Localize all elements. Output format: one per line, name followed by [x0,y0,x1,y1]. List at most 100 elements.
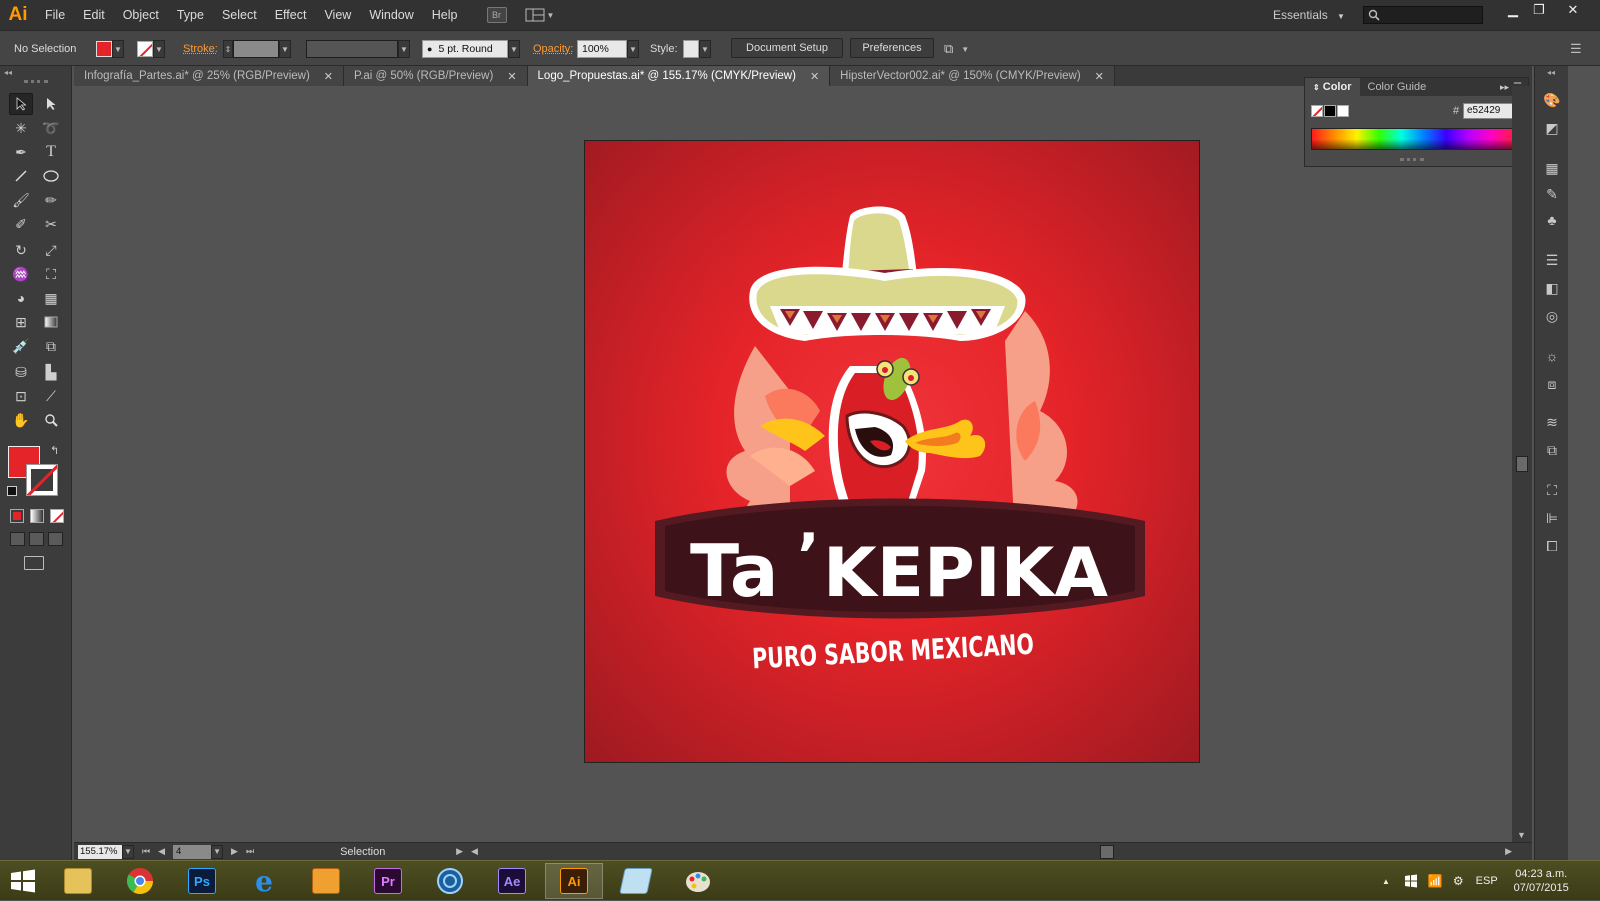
brush-definition[interactable]: ● 5 pt. Round ▼ [422,40,520,58]
stroke-weight-dropdown[interactable]: ▼ [279,40,291,58]
preferences-button[interactable]: Preferences [850,38,934,58]
gradient-tool[interactable] [39,311,63,333]
bridge-button[interactable]: Br [486,7,507,23]
taskbar-premiere[interactable]: Pr [359,863,417,899]
menu-window[interactable]: Window [360,0,422,30]
screen-mode-button[interactable] [24,556,44,570]
workspace-switcher[interactable]: Essentials ▼ [1273,0,1345,32]
direct-selection-tool[interactable] [39,93,63,115]
panel-resize-grip[interactable] [1400,158,1424,161]
transform-icon[interactable]: ⛶ [1542,480,1562,500]
appearance-icon[interactable]: ☼ [1542,346,1562,366]
none-mode-button[interactable] [50,509,64,523]
taskbar-photoshop[interactable]: Ps [173,863,231,899]
tab-p[interactable]: P.ai @ 50% (RGB/Preview) ✕ [344,66,528,86]
arrange-control[interactable]: ⧉ ▼ [944,40,969,58]
eyedropper-tool[interactable]: 💉 [9,335,33,357]
settings-icon[interactable]: ⚙ [1453,874,1464,888]
menu-view[interactable]: View [315,0,360,30]
opacity-input[interactable]: 100% [577,40,627,58]
scale-tool[interactable]: ⤢ [39,239,63,261]
status-menu-arrow-icon[interactable]: ▶ [456,846,463,857]
pen-tool[interactable]: ✒ [9,141,33,163]
symbols-icon[interactable]: ♣ [1542,210,1562,230]
zoom-dropdown[interactable]: ▼ [122,844,134,859]
style-swatch[interactable] [683,40,699,58]
taskbar-outlook[interactable] [297,863,355,899]
artboards-icon[interactable]: ⧉ [1542,440,1562,460]
menu-help[interactable]: Help [423,0,467,30]
draw-inside-button[interactable] [48,532,63,546]
horizontal-scroll-thumb[interactable] [1099,844,1114,859]
type-tool[interactable]: T [39,141,63,163]
layers-icon[interactable]: ≋ [1542,412,1562,432]
minimize-button[interactable]: ▁ [1500,0,1526,20]
menu-type[interactable]: Type [168,0,213,30]
magic-wand-tool[interactable]: ✳ [9,117,33,139]
next-artboard-icon[interactable]: ▶ [231,846,238,857]
symbol-sprayer-tool[interactable]: ⛁ [9,361,33,383]
taskbar-illustrator[interactable]: Ai [545,863,603,899]
scroll-left-icon[interactable]: ◀ [471,846,478,857]
document-setup-button[interactable]: Document Setup [731,38,843,58]
style-dropdown[interactable]: ▼ [699,40,711,58]
input-language[interactable]: ESP [1476,875,1498,887]
variable-width-profile[interactable]: ▼ [306,40,410,58]
zoom-input[interactable]: 155.17% [78,844,122,859]
blend-tool[interactable]: ⧉ [39,335,63,357]
help-search-input[interactable] [1363,6,1483,24]
tab-hipster-vector[interactable]: HipsterVector002.ai* @ 150% (CMYK/Previe… [830,66,1115,86]
slice-tool[interactable]: ⟋ [39,385,63,407]
opacity-control[interactable]: 100% ▼ [577,40,639,58]
swatches-icon[interactable]: ▦ [1542,158,1562,178]
taskbar-internet-explorer[interactable]: e [235,863,293,899]
column-graph-tool[interactable]: ▙ [39,361,63,383]
stroke-label[interactable]: Stroke: [183,40,218,58]
arrange-documents-button[interactable]: ▼ [525,6,555,24]
close-icon[interactable]: ✕ [507,70,516,83]
stroke-color-box[interactable] [26,464,58,496]
menu-object[interactable]: Object [114,0,168,30]
transparency-icon[interactable]: ◎ [1542,306,1562,326]
taskbar-notes[interactable] [607,863,665,899]
stroke-swatch[interactable] [137,41,153,57]
tab-logo-propuestas[interactable]: Logo_Propuestas.ai* @ 155.17% (CMYK/Prev… [527,66,831,86]
blob-brush-tool[interactable]: ✐ [9,213,33,235]
opacity-label[interactable]: Opacity: [533,40,573,58]
start-button[interactable] [8,867,38,895]
shape-builder-tool[interactable]: ◕ [9,287,33,309]
close-window-button[interactable]: ✕ [1560,0,1586,20]
close-icon[interactable]: ✕ [324,70,333,83]
close-icon[interactable]: ✕ [810,70,819,83]
hex-input[interactable]: e52429 [1463,103,1513,119]
menu-file[interactable]: File [36,0,74,30]
clock[interactable]: 04:23 a.m. 07/07/2015 [1514,867,1569,895]
black-swatch[interactable] [1324,105,1336,117]
menu-effect[interactable]: Effect [266,0,316,30]
artboard-number-input[interactable]: 4 [173,844,212,859]
panel-menu-icon[interactable]: ☰ [1570,40,1582,58]
fill-swatch[interactable] [96,41,112,57]
artboard-tool[interactable]: ⊡ [9,385,33,407]
none-swatch[interactable] [1311,105,1323,117]
last-artboard-icon[interactable]: ⏭ [246,846,254,857]
rotate-tool[interactable]: ↻ [9,239,33,261]
graphic-style-control[interactable]: ▼ [683,40,711,58]
stroke-weight-input[interactable] [233,40,279,58]
taskbar-chrome[interactable] [111,863,169,899]
opacity-dropdown[interactable]: ▼ [627,40,639,58]
taskbar-browser[interactable] [421,863,479,899]
horizontal-scrollbar[interactable] [484,844,1499,860]
zoom-tool[interactable] [39,409,63,431]
gradient-panel-icon[interactable]: ◧ [1542,278,1562,298]
taskbar-file-explorer[interactable] [49,863,107,899]
selection-tool[interactable] [9,93,33,115]
ellipse-tool[interactable] [39,165,63,187]
pathfinder-icon[interactable]: ⧠ [1542,536,1562,556]
graphic-styles-icon[interactable]: ⧈ [1542,374,1562,394]
paintbrush-tool[interactable]: 🖌 [9,189,33,211]
profile-dropdown[interactable]: ▼ [398,40,410,58]
scroll-right-icon[interactable]: ▶ [1505,846,1512,857]
tab-color[interactable]: ⇕ Color [1305,78,1360,96]
scissors-tool[interactable]: ✂ [39,213,63,235]
